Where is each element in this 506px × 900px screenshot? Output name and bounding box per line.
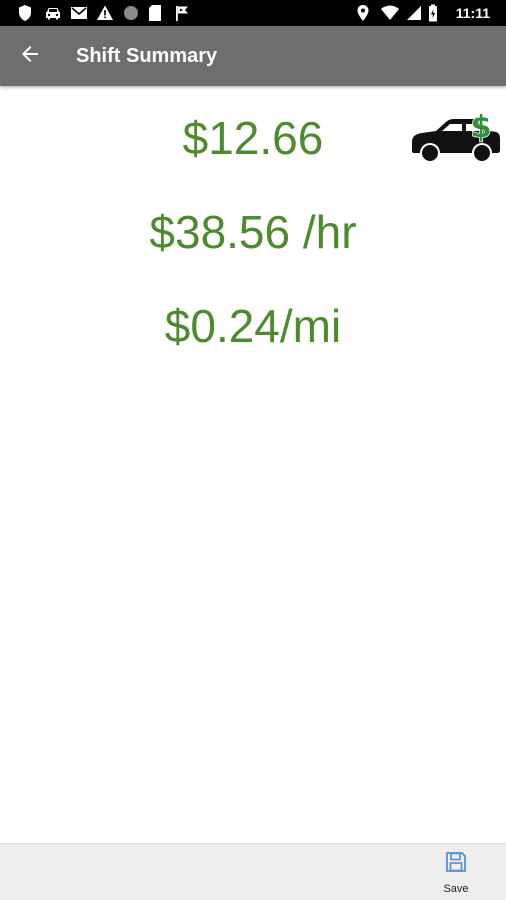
status-right-icons: 11:11 — [356, 4, 490, 22]
sd-card-icon — [148, 4, 165, 22]
app-bar: Shift Summary — [0, 26, 506, 86]
bottom-bar: Save — [0, 843, 506, 900]
save-label: Save — [443, 883, 469, 895]
back-button[interactable] — [12, 38, 48, 74]
battery-icon — [428, 4, 445, 22]
location-icon — [356, 4, 373, 22]
per-mile-rate-value: $0.24/mi — [164, 300, 342, 352]
screen: 11:11 Shift Summary $12.66 $38.56 /hr $0… — [0, 0, 506, 900]
car-dollar-icon: $ — [410, 104, 502, 168]
car-icon — [44, 4, 61, 22]
wifi-icon — [380, 4, 399, 22]
save-button[interactable]: Save — [430, 850, 482, 900]
gmail-icon — [70, 4, 87, 22]
warning-icon — [96, 4, 113, 22]
hourly-rate-value: $38.56 /hr — [149, 206, 357, 258]
status-time: 11:11 — [455, 5, 490, 21]
signal-icon — [404, 4, 421, 22]
floppy-disk-icon — [444, 850, 468, 879]
status-bar: 11:11 — [0, 0, 506, 26]
status-left-icons — [18, 4, 191, 22]
arrow-back-icon — [20, 44, 40, 69]
svg-text:$: $ — [471, 110, 492, 145]
flag-icon — [174, 4, 191, 22]
shield-icon — [18, 4, 35, 22]
page-title: Shift Summary — [76, 45, 218, 67]
circle-icon — [122, 4, 139, 22]
